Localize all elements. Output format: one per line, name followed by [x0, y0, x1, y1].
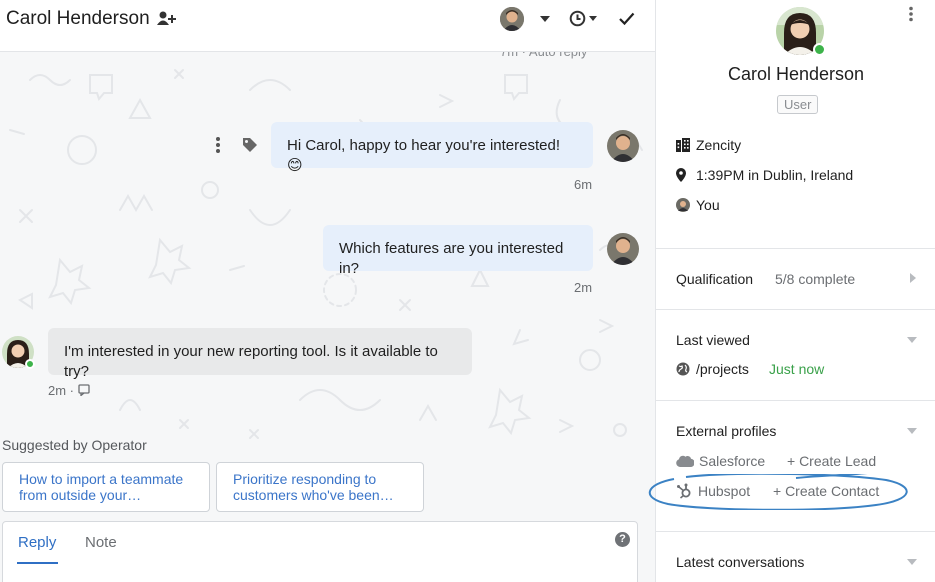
qualification-progress: 5/8 complete [775, 271, 856, 287]
tab-note[interactable]: Note [85, 534, 117, 551]
collapse-caret-down-icon[interactable] [907, 428, 917, 434]
message-text: I'm interested in your new reporting too… [64, 343, 438, 380]
suggestion-line: from outside your… [19, 487, 142, 503]
expand-caret-right-icon[interactable] [910, 273, 916, 283]
qualification-title: Qualification [676, 271, 754, 287]
agent-avatar[interactable] [607, 233, 639, 265]
collapse-caret-down-icon[interactable] [907, 559, 917, 565]
location-pin-icon [676, 168, 686, 182]
owner-avatar-icon [676, 198, 690, 212]
building-icon [676, 138, 690, 152]
agent-avatar[interactable] [607, 130, 639, 162]
contact-name-title: Carol Henderson [6, 8, 150, 29]
section-divider [656, 400, 935, 401]
conversation-header: Carol Henderson [0, 0, 655, 52]
reply-composer[interactable]: Reply Note ? [2, 521, 638, 582]
message-timestamp: 2m [574, 280, 593, 295]
last-viewed-path: /projects [696, 361, 749, 377]
salesforce-label: Salesforce [699, 453, 766, 469]
suggestions-title: Suggested by Operator [2, 437, 147, 453]
latest-conversations-title: Latest conversations [676, 554, 805, 570]
tab-reply[interactable]: Reply [18, 534, 56, 551]
snooze-clock-icon[interactable] [569, 10, 586, 27]
hubspot-label: Hubspot [698, 483, 751, 499]
message-bubble-incoming[interactable]: I'm interested in your new reporting too… [48, 328, 472, 380]
globe-icon [676, 362, 690, 376]
message-timestamp: 6m [574, 177, 593, 192]
message-timestamp: 2m · [48, 383, 74, 398]
external-profiles-title: External profiles [676, 423, 777, 439]
agent-photo [500, 7, 524, 31]
profile-name: Carol Henderson [727, 64, 865, 84]
message-bubble-outgoing[interactable]: Which features are you interested in? [323, 225, 593, 277]
conversation-pane: Carol Henderson Hi Carol, happy to hear … [0, 0, 655, 582]
suggestion-line: customers who've been… [233, 487, 394, 503]
customer-online-indicator [25, 359, 35, 369]
section-divider [656, 531, 935, 532]
local-time-location: 1:39PM in Dublin, Ireland [696, 167, 854, 183]
company-name: Zencity [696, 137, 742, 153]
suggestion-chip[interactable]: How to import a teammate from outside yo… [2, 462, 210, 512]
last-viewed-time: Just now [769, 361, 825, 377]
profile-online-indicator [813, 43, 826, 56]
sidebar-options-kebab-icon[interactable] [908, 6, 914, 22]
last-viewed-page[interactable]: /projects [676, 361, 749, 377]
salesforce-cloud-icon [676, 455, 694, 467]
section-divider [656, 248, 935, 249]
user-details-sidebar: Carol Henderson User Zencity 1:39PM in D… [648, 0, 935, 582]
tag-icon[interactable] [242, 137, 258, 153]
help-icon[interactable]: ? [615, 532, 630, 547]
hubspot-icon [677, 483, 691, 499]
section-divider [656, 309, 935, 310]
add-person-icon[interactable] [157, 10, 177, 28]
agent-photo [607, 130, 639, 162]
snooze-dropdown-caret[interactable] [589, 16, 597, 21]
salesforce-row[interactable]: Salesforce [676, 453, 765, 469]
owner-name: You [696, 197, 720, 213]
create-contact-link[interactable]: + Create Contact [773, 483, 879, 499]
active-tab-underline [17, 562, 58, 564]
inbox-app: Carol Henderson Hi Carol, happy to hear … [0, 0, 935, 582]
create-lead-link[interactable]: + Create Lead [787, 453, 876, 469]
role-badge: User [777, 95, 819, 114]
message-options-kebab-icon[interactable] [214, 136, 222, 154]
seen-note-icon [78, 384, 90, 396]
close-conversation-check-icon[interactable] [618, 10, 635, 27]
owner-row[interactable]: You [676, 197, 720, 213]
suggestion-line: Prioritize responding to [233, 471, 377, 487]
suggestion-chip[interactable]: Prioritize responding to customers who'v… [216, 462, 424, 512]
hubspot-row[interactable]: Hubspot [676, 483, 750, 499]
last-viewed-title: Last viewed [676, 332, 750, 348]
company-row[interactable]: Zencity [676, 137, 741, 153]
assignee-avatar[interactable] [500, 7, 524, 31]
message-bubble-outgoing[interactable]: Hi Carol, happy to hear you're intereste… [271, 122, 593, 174]
collapse-caret-down-icon[interactable] [907, 337, 917, 343]
assignee-dropdown-caret[interactable] [540, 16, 550, 22]
local-time-row: 1:39PM in Dublin, Ireland [676, 167, 853, 183]
suggestion-line: How to import a teammate [19, 471, 184, 487]
agent-photo [607, 233, 639, 265]
